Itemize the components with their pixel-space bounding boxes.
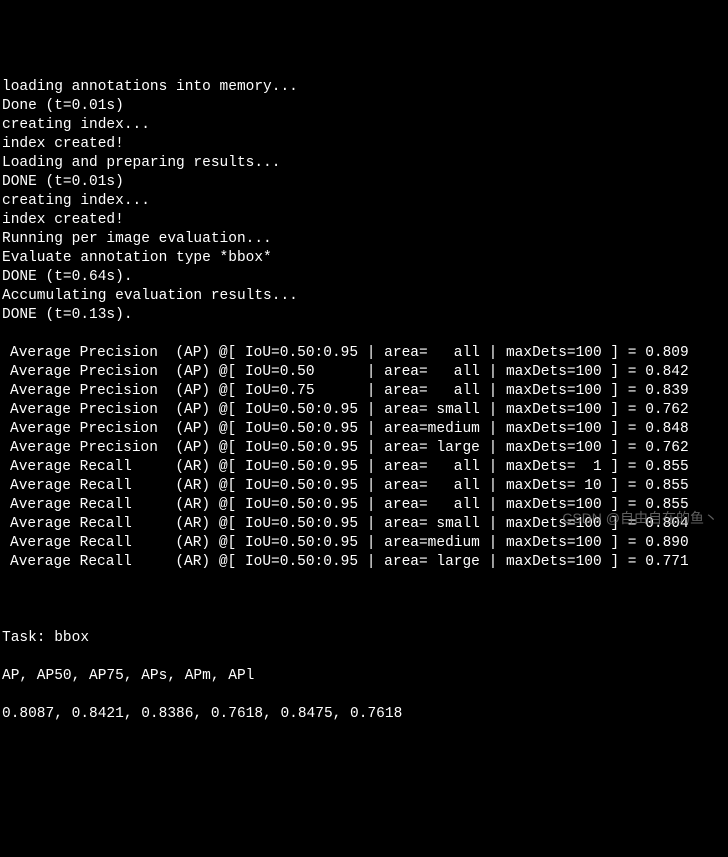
log-line: Done (t=0.01s): [2, 97, 726, 116]
log-line: Accumulating evaluation results...: [2, 287, 726, 306]
metric-line: Average Recall (AR) @[ IoU=0.50:0.95 | a…: [2, 458, 726, 477]
terminal-log: loading annotations into memory...Done (…: [2, 78, 726, 325]
log-line: Evaluate annotation type *bbox*: [2, 249, 726, 268]
metric-line: Average Precision (AP) @[ IoU=0.75 | are…: [2, 382, 726, 401]
log-line: DONE (t=0.64s).: [2, 268, 726, 287]
log-line: index created!: [2, 211, 726, 230]
log-line: creating index...: [2, 192, 726, 211]
metric-line: Average Precision (AP) @[ IoU=0.50:0.95 …: [2, 420, 726, 439]
log-line: Loading and preparing results...: [2, 154, 726, 173]
metric-line: Average Recall (AR) @[ IoU=0.50:0.95 | a…: [2, 534, 726, 553]
metric-line: Average Precision (AP) @[ IoU=0.50:0.95 …: [2, 344, 726, 363]
log-line: Running per image evaluation...: [2, 230, 726, 249]
metric-line: Average Precision (AP) @[ IoU=0.50:0.95 …: [2, 401, 726, 420]
metric-line: Average Recall (AR) @[ IoU=0.50:0.95 | a…: [2, 477, 726, 496]
log-line: loading annotations into memory...: [2, 78, 726, 97]
watermark: CSDN @自由自在的鱼丶: [562, 509, 718, 528]
metric-line: Average Recall (AR) @[ IoU=0.50:0.95 | a…: [2, 553, 726, 572]
log-line: index created!: [2, 135, 726, 154]
summary-header: AP, AP50, AP75, APs, APm, APl: [2, 667, 726, 686]
metric-line: Average Precision (AP) @[ IoU=0.50 | are…: [2, 363, 726, 382]
metric-line: Average Precision (AP) @[ IoU=0.50:0.95 …: [2, 439, 726, 458]
blank-line: [2, 591, 726, 610]
log-line: DONE (t=0.13s).: [2, 306, 726, 325]
evaluation-metrics: Average Precision (AP) @[ IoU=0.50:0.95 …: [2, 344, 726, 572]
task-line: Task: bbox: [2, 629, 726, 648]
log-line: creating index...: [2, 116, 726, 135]
summary-values: 0.8087, 0.8421, 0.8386, 0.7618, 0.8475, …: [2, 705, 726, 724]
log-line: DONE (t=0.01s): [2, 173, 726, 192]
